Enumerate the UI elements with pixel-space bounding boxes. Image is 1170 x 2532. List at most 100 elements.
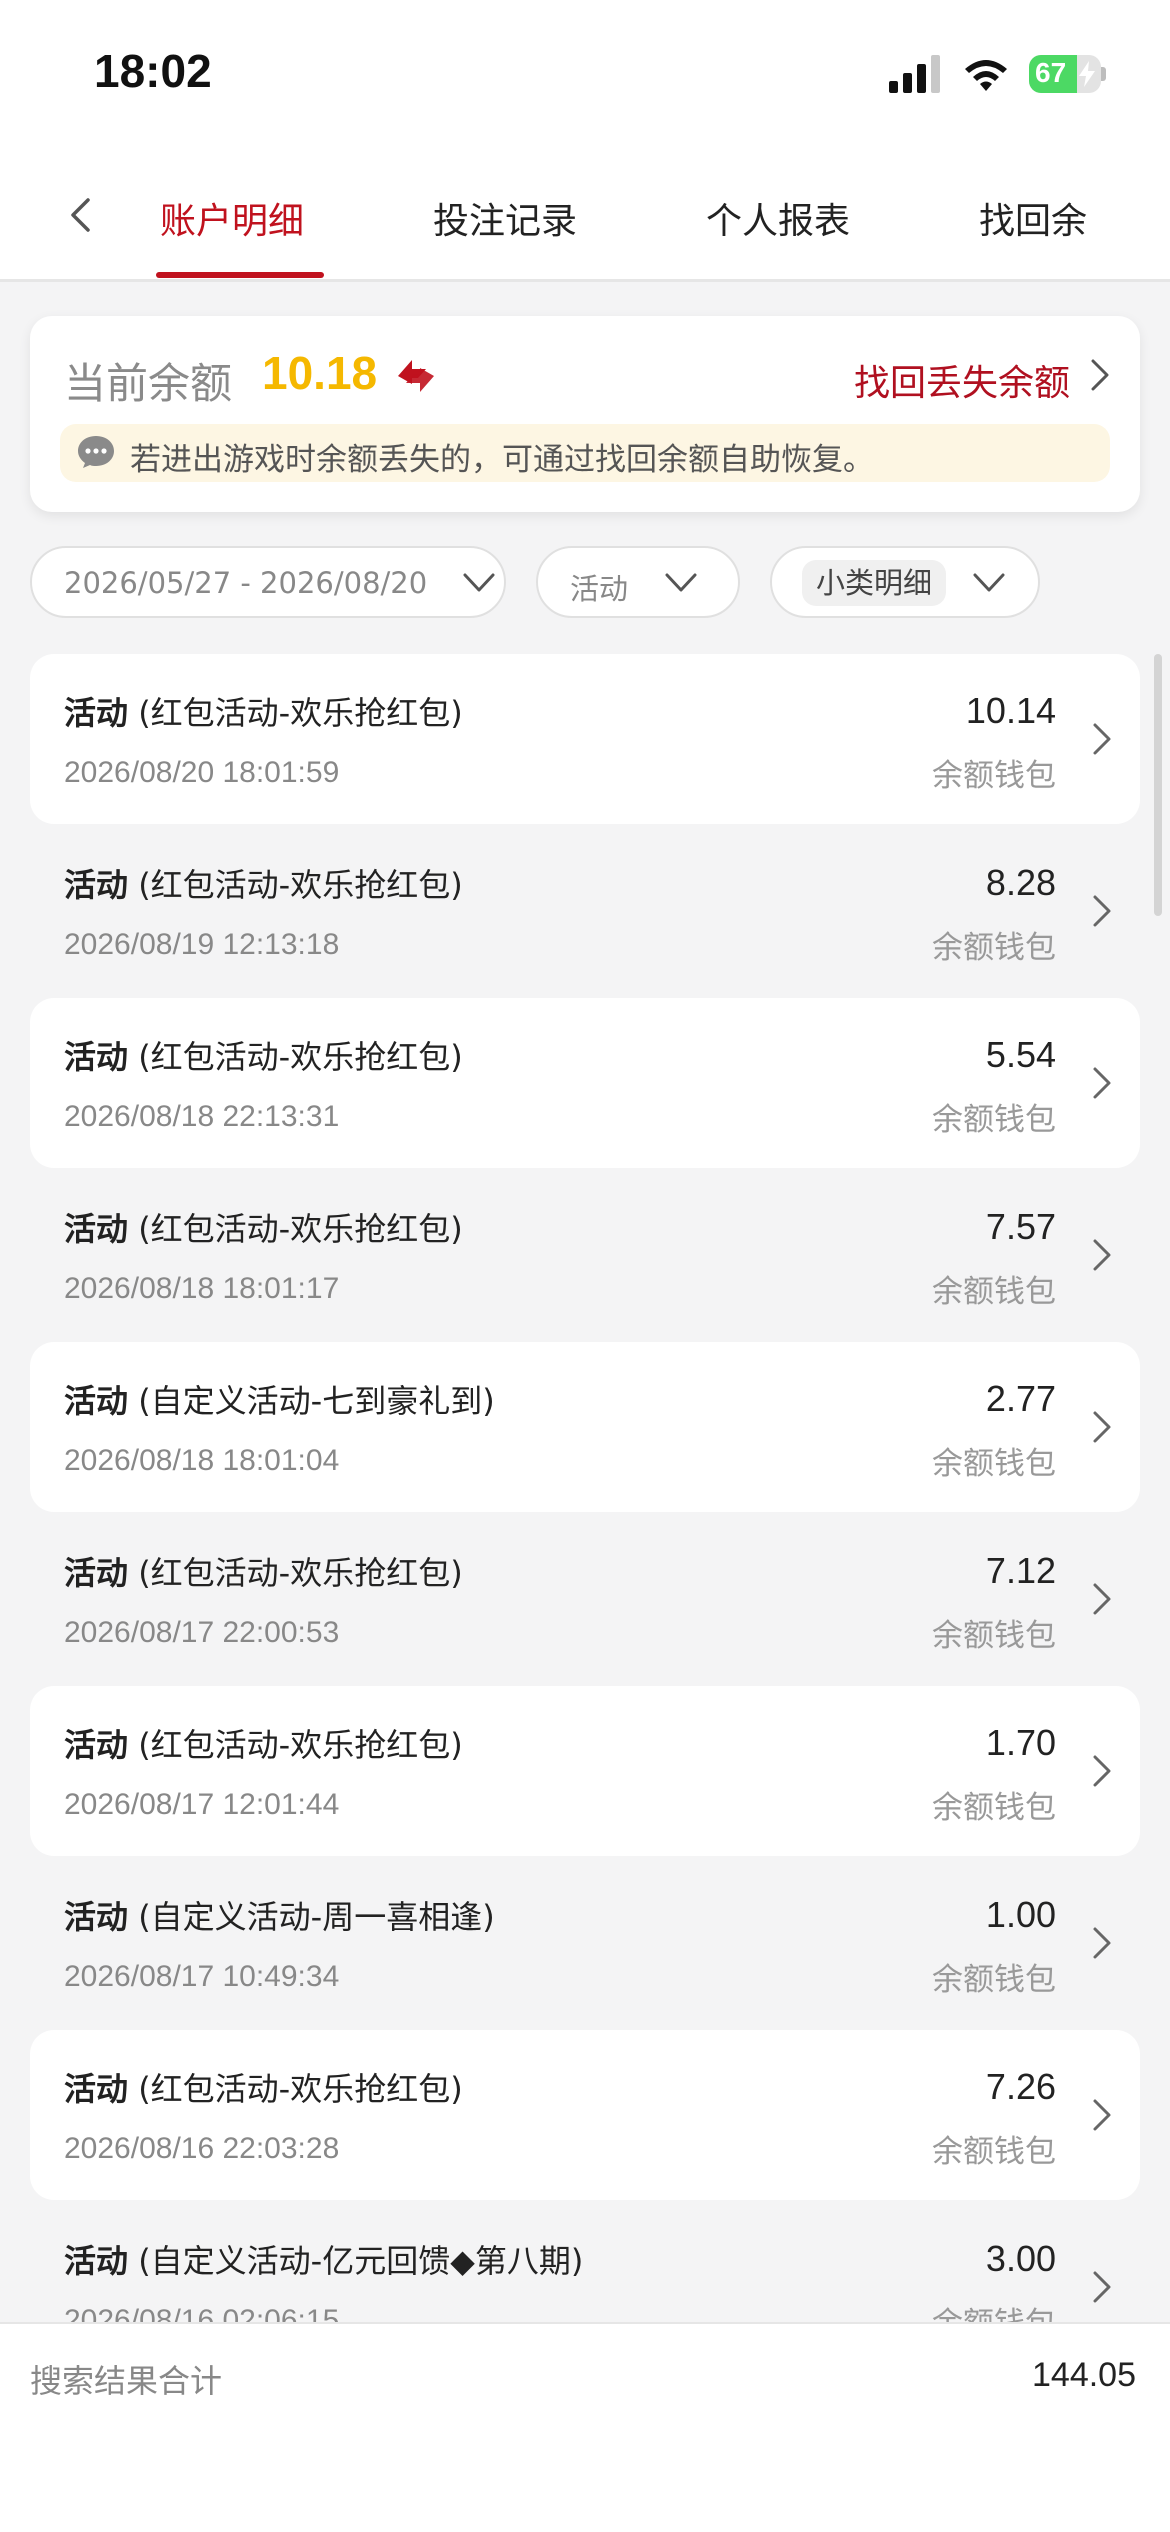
list-item[interactable]: 活动 (红包活动-欢乐抢红包) 2026/08/17 12:01:44 1.70… (30, 1686, 1140, 1856)
record-detail: (自定义活动-亿元回馈◆第八期) (138, 2242, 584, 2280)
list-item[interactable]: 活动 (红包活动-欢乐抢红包) 2026/08/16 22:03:28 7.26… (30, 2030, 1140, 2200)
record-detail: (红包活动-欢乐抢红包) (138, 1210, 463, 1248)
active-tab-indicator (156, 272, 324, 278)
chevron-right-icon (1093, 2099, 1111, 2131)
category-value: 活动 (570, 572, 629, 606)
chevron-right-icon (1093, 895, 1111, 927)
battery-body: 67 (1029, 55, 1101, 93)
record-title: 活动 (红包活动-欢乐抢红包) (64, 1032, 463, 1078)
record-wallet: 余额钱包 (932, 2298, 1056, 2322)
chevron-right-icon (1093, 1927, 1111, 1959)
record-amount: 3.00 (985, 2238, 1056, 2279)
record-detail: (红包活动-欢乐抢红包) (138, 1038, 463, 1076)
record-time: 2026/08/17 10:49:34 (64, 1960, 340, 1993)
tab-bet-records[interactable]: 投注记录 (433, 192, 577, 244)
record-title: 活动 (红包活动-欢乐抢红包) (64, 860, 463, 906)
subcategory-filter[interactable]: 小类明细 (770, 546, 1040, 618)
record-type: 活动 (64, 2070, 129, 2108)
battery-icon: 67 (1029, 55, 1106, 93)
list-item[interactable]: 活动 (红包活动-欢乐抢红包) 2026/08/19 12:13:18 8.28… (30, 826, 1140, 996)
record-type: 活动 (64, 866, 129, 904)
category-filter[interactable]: 活动 (536, 546, 740, 618)
date-range-value: 2026/05/27 - 2026/08/20 (64, 566, 428, 600)
tip-bar: 若进出游戏时余额丢失的，可通过找回余额自助恢复。 (60, 424, 1110, 482)
record-wallet: 余额钱包 (932, 2134, 1056, 2170)
record-time: 2026/08/18 18:01:04 (64, 1444, 340, 1477)
record-title: 活动 (红包活动-欢乐抢红包) (64, 688, 463, 734)
record-amount: 7.26 (985, 2066, 1056, 2107)
chevron-left-icon (71, 198, 90, 232)
tip-text: 若进出游戏时余额丢失的，可通过找回余额自助恢复。 (130, 442, 874, 478)
footer-total-label: 搜索结果合计 (30, 2362, 223, 2400)
record-amount: 8.28 (985, 862, 1056, 903)
list-item[interactable]: 活动 (自定义活动-亿元回馈◆第八期) 2026/08/16 02:06:15 … (30, 2202, 1140, 2322)
footer-total-value: 144.05 (1032, 2356, 1136, 2394)
recover-balance-link[interactable]: 找回丢失余额 (854, 354, 1070, 406)
record-detail: (自定义活动-七到豪礼到) (138, 1382, 495, 1420)
record-time: 2026/08/17 12:01:44 (64, 1788, 340, 1821)
record-amount: 7.57 (985, 1206, 1056, 1247)
record-time: 2026/08/16 02:06:15 (64, 2304, 340, 2322)
record-amount: 7.12 (985, 1550, 1056, 1591)
list-item[interactable]: 活动 (自定义活动-七到豪礼到) 2026/08/18 18:01:04 2.7… (30, 1342, 1140, 1512)
tab-strip: 账户明细 投注记录 个人报表 找回余 (0, 150, 1170, 282)
record-title: 活动 (红包活动-欢乐抢红包) (64, 1548, 463, 1594)
list-item[interactable]: 活动 (红包活动-欢乐抢红包) 2026/08/17 22:00:53 7.12… (30, 1514, 1140, 1684)
record-type: 活动 (64, 694, 129, 732)
chevron-right-icon (1093, 1755, 1111, 1787)
chevron-right-icon (1093, 2271, 1111, 2303)
chevron-right-icon (1093, 723, 1111, 755)
record-amount: 5.54 (985, 1034, 1056, 1075)
record-wallet: 余额钱包 (932, 1618, 1056, 1654)
list-item[interactable]: 活动 (红包活动-欢乐抢红包) 2026/08/18 18:01:17 7.57… (30, 1170, 1140, 1340)
charging-bolt-icon (1079, 61, 1095, 87)
date-range-filter[interactable]: 2026/05/27 - 2026/08/20 (30, 546, 506, 618)
status-time: 18:02 (94, 45, 212, 97)
refresh-icon[interactable] (392, 354, 440, 398)
tab-account-detail[interactable]: 账户明细 (160, 192, 304, 244)
battery-level: 67 (1035, 57, 1067, 88)
record-title: 活动 (自定义活动-七到豪礼到) (64, 1376, 495, 1422)
chevron-down-icon (973, 573, 1005, 592)
list-item[interactable]: 活动 (红包活动-欢乐抢红包) 2026/08/20 18:01:59 10.1… (30, 654, 1140, 824)
record-time: 2026/08/19 12:13:18 (64, 928, 340, 961)
chevron-right-icon (1093, 1411, 1111, 1443)
chevron-right-icon[interactable] (1090, 358, 1110, 392)
record-time: 2026/08/18 18:01:17 (64, 1272, 340, 1305)
record-detail: (自定义活动-周一喜相逢) (138, 1898, 495, 1936)
status-bar: 18:02 67 (0, 0, 1170, 150)
record-wallet: 余额钱包 (932, 1102, 1056, 1138)
tab-personal-report[interactable]: 个人报表 (706, 192, 850, 244)
record-detail: (红包活动-欢乐抢红包) (138, 866, 463, 904)
chat-bubble-icon (78, 436, 114, 468)
chevron-right-icon (1093, 1583, 1111, 1615)
record-title: 活动 (自定义活动-周一喜相逢) (64, 1892, 495, 1938)
record-time: 2026/08/16 22:03:28 (64, 2132, 340, 2165)
nav-bar: 账户明细 投注记录 个人报表 找回余 (0, 150, 1170, 282)
record-type: 活动 (64, 1554, 129, 1592)
list-item[interactable]: 活动 (红包活动-欢乐抢红包) 2026/08/18 22:13:31 5.54… (30, 998, 1140, 1168)
balance-value: 10.18 (262, 347, 378, 399)
status-icons: 67 (889, 52, 1106, 96)
record-list[interactable]: 活动 (红包活动-欢乐抢红包) 2026/08/20 18:01:59 10.1… (0, 654, 1170, 2322)
footer-summary: 搜索结果合计 144.05 (0, 2322, 1170, 2532)
record-type: 活动 (64, 1898, 129, 1936)
record-type: 活动 (64, 1382, 129, 1420)
record-title: 活动 (红包活动-欢乐抢红包) (64, 2064, 463, 2110)
list-scrollbar[interactable] (1154, 654, 1162, 916)
back-button[interactable] (60, 190, 100, 240)
record-amount: 1.00 (985, 1894, 1056, 1935)
record-type: 活动 (64, 1038, 129, 1076)
record-amount: 1.70 (985, 1722, 1056, 1763)
subcategory-value: 小类明细 (802, 560, 947, 606)
tab-recover-balance[interactable]: 找回余 (979, 192, 1087, 244)
record-detail: (红包活动-欢乐抢红包) (138, 1726, 463, 1764)
record-wallet: 余额钱包 (932, 758, 1056, 794)
list-item[interactable]: 活动 (自定义活动-周一喜相逢) 2026/08/17 10:49:34 1.0… (30, 1858, 1140, 2028)
record-time: 2026/08/17 22:00:53 (64, 1616, 340, 1649)
wifi-icon (965, 60, 1007, 91)
record-title: 活动 (红包活动-欢乐抢红包) (64, 1204, 463, 1250)
record-detail: (红包活动-欢乐抢红包) (138, 1554, 463, 1592)
signal-icon (889, 55, 940, 93)
record-type: 活动 (64, 2242, 129, 2280)
